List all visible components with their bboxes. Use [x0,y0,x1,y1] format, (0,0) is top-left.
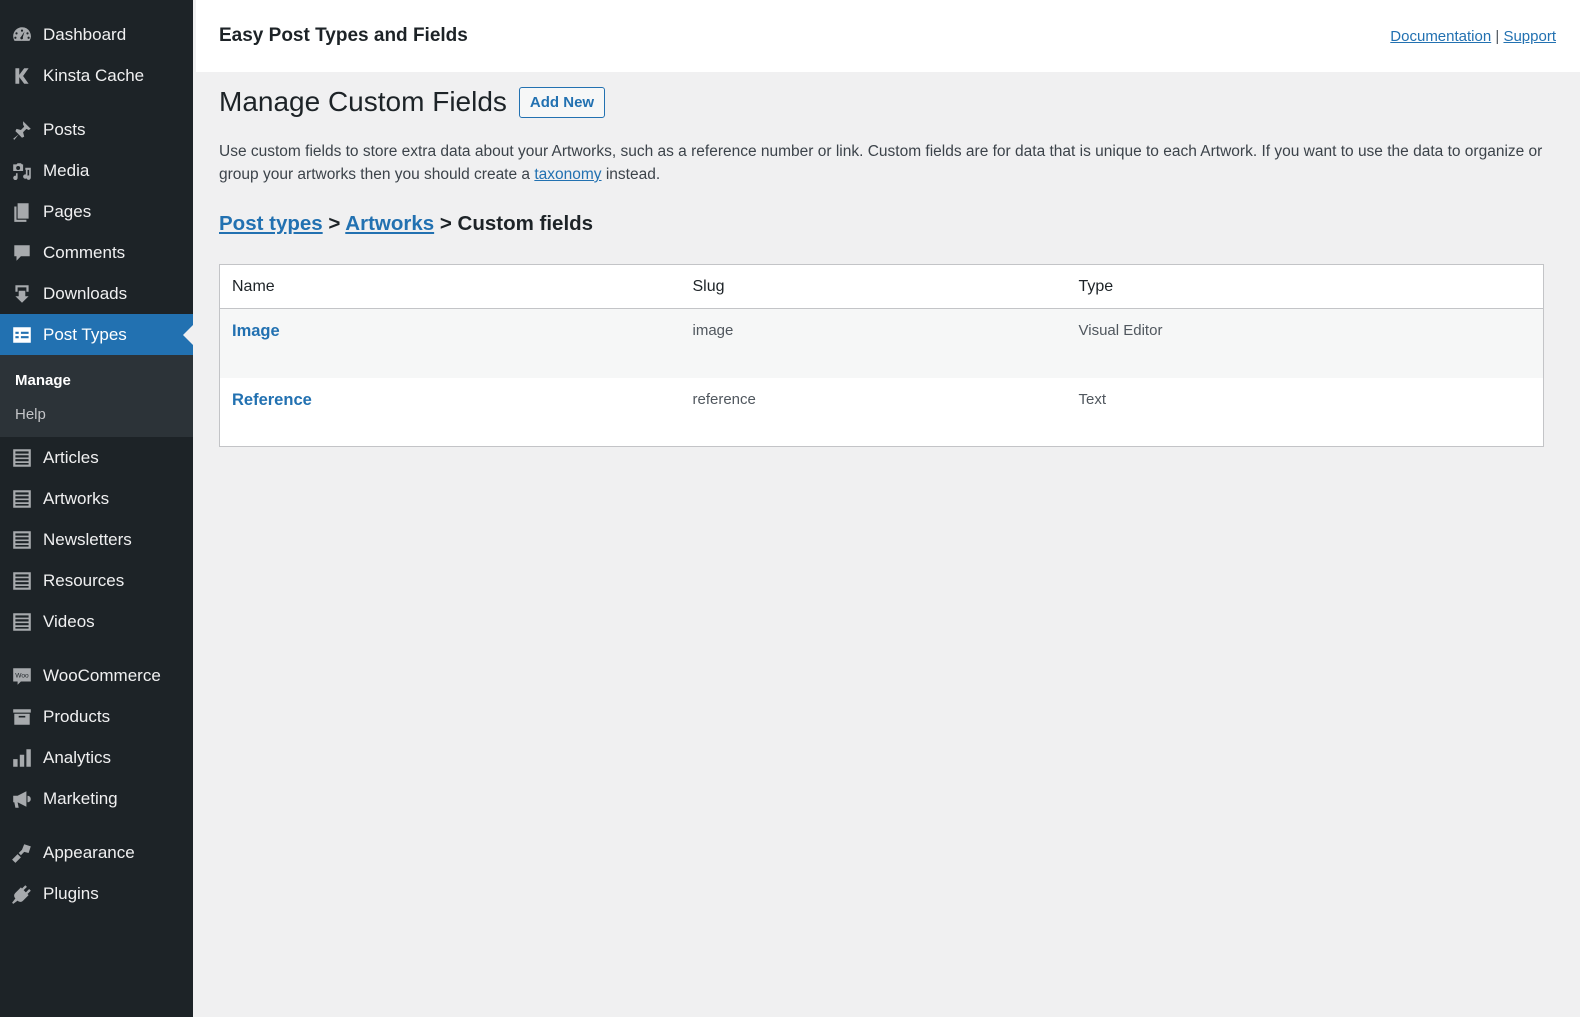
cell-type: Text [1078,390,1107,408]
breadcrumb-artworks[interactable]: Artworks [345,212,434,235]
sidebar-item-products[interactable]: Products [0,696,193,737]
app-title: Easy Post Types and Fields [219,25,468,46]
sidebar-item-label: Articles [43,447,99,467]
cell-slug: reference [692,390,756,408]
breadcrumb: Post types > Artworks > Custom fields [219,212,1556,236]
sidebar-item-label: Resources [43,570,125,590]
list-icon [10,528,34,552]
sidebar-item-label: Media [43,160,90,180]
sidebar-item-analytics[interactable]: Analytics [0,737,193,778]
comment-icon [10,241,34,265]
sidebar-item-label: Appearance [43,842,135,862]
sidebar-item-downloads[interactable]: Downloads [0,273,193,314]
sidebar-item-label: Dashboard [43,24,127,44]
admin-menu: Dashboard Kinsta Cache Posts Media Pages… [0,14,193,355]
custom-fields-table: Name Slug Type Image image Visual Editor… [219,264,1544,447]
documentation-link[interactable]: Documentation [1390,28,1491,45]
list-icon [10,569,34,593]
admin-menu-continued: Articles Artworks Newsletters Resources … [0,437,193,914]
taxonomy-link[interactable]: taxonomy [534,166,601,183]
sidebar-item-label: Marketing [43,788,118,808]
sidebar-item-articles[interactable]: Articles [0,437,193,478]
sidebar-item-comments[interactable]: Comments [0,232,193,273]
sidebar-item-dashboard[interactable]: Dashboard [0,14,193,55]
sidebar-item-label: Pages [43,201,92,221]
sidebar-item-label: Kinsta Cache [43,65,145,85]
header-links: Documentation | Support [1390,28,1556,45]
sidebar-item-post-types[interactable]: Post Types [0,314,193,355]
list-icon [10,446,34,470]
megaphone-icon [10,787,34,811]
bar-chart-icon [10,746,34,770]
breadcrumb-separator: > [322,212,346,235]
cell-slug: image [680,308,1067,378]
archive-icon [10,705,34,729]
pin-icon [10,118,34,142]
pages-icon [10,200,34,224]
sidebar-item-woocommerce[interactable]: Woo WooCommerce [0,655,193,696]
field-name-link[interactable]: Image [232,322,280,340]
list-icon [10,610,34,634]
submenu-item-help[interactable]: Help [0,397,193,431]
plugin-header: Easy Post Types and Fields Documentation… [196,0,1580,72]
sidebar-item-appearance[interactable]: Appearance [0,832,193,873]
sidebar-item-label: Posts [43,119,86,139]
sidebar-item-label: Post Types [43,324,127,344]
media-icon [10,159,34,183]
sidebar-item-posts[interactable]: Posts [0,109,193,150]
sidebar-item-artworks[interactable]: Artworks [0,478,193,519]
column-header-name: Name [219,264,681,309]
cell-type: Visual Editor [1066,308,1544,378]
sidebar-item-label: Analytics [43,747,112,767]
column-header-type: Type [1066,264,1544,309]
sidebar-item-resources[interactable]: Resources [0,560,193,601]
add-new-button[interactable]: Add New [518,86,606,118]
submenu-item-manage[interactable]: Manage [0,363,193,397]
table-header-row: Name Slug Type [219,264,1544,309]
post-types-submenu: Manage Help [0,355,193,437]
sidebar-item-kinsta-cache[interactable]: Kinsta Cache [0,55,193,96]
description-text-end: instead. [601,166,661,183]
sidebar-item-label: Newsletters [43,529,132,549]
link-separator: | [1495,27,1500,45]
sidebar-item-label: Plugins [43,883,99,903]
sidebar-item-media[interactable]: Media [0,150,193,191]
dashboard-icon [10,23,34,47]
sidebar-item-newsletters[interactable]: Newsletters [0,519,193,560]
sidebar-item-label: Comments [43,242,126,262]
sidebar-item-label: WooCommerce [43,665,161,685]
table-row: Reference reference Text [220,378,1544,447]
breadcrumb-separator: > [434,212,458,235]
plug-icon [10,882,34,906]
admin-sidebar: Dashboard Kinsta Cache Posts Media Pages… [0,0,193,1017]
post-types-icon [10,323,34,347]
sidebar-item-label: Artworks [43,488,110,508]
sidebar-item-plugins[interactable]: Plugins [0,873,193,914]
breadcrumb-post-types[interactable]: Post types [219,212,323,235]
description-text: Use custom fields to store extra data ab… [219,143,1543,183]
page-title: Manage Custom Fields [219,86,507,117]
breadcrumb-current: Custom fields [457,212,594,235]
cell-name: Reference [220,378,681,447]
sidebar-item-marketing[interactable]: Marketing [0,778,193,819]
list-icon [10,487,34,511]
sidebar-item-label: Videos [43,611,95,631]
support-link[interactable]: Support [1503,28,1556,45]
sidebar-item-videos[interactable]: Videos [0,601,193,642]
main-content: Manage Custom Fields Add New Use custom … [219,72,1556,447]
cell-name: Image [219,308,681,378]
kinsta-icon [10,64,34,88]
page-description: Use custom fields to store extra data ab… [219,140,1556,186]
table-row: Image image Visual Editor [219,308,1544,378]
paintbrush-icon [10,841,34,865]
sidebar-item-label: Products [43,706,111,726]
woo-icon: Woo [10,664,34,688]
download-icon [10,282,34,306]
field-name-link[interactable]: Reference [232,391,312,409]
sidebar-item-label: Downloads [43,283,128,303]
heading-row: Manage Custom Fields Add New [219,86,1556,118]
sidebar-item-pages[interactable]: Pages [0,191,193,232]
column-header-slug: Slug [680,264,1067,309]
svg-text:Woo: Woo [15,672,29,679]
